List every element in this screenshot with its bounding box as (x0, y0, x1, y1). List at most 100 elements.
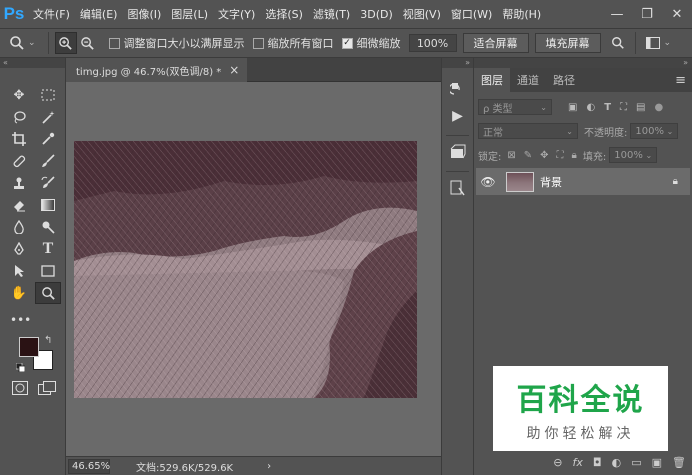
tab-layers[interactable]: 图层 (474, 68, 510, 92)
blend-mode-select[interactable]: 正常 ⌄ (478, 123, 578, 139)
menu-type[interactable]: 文字(Y) (213, 6, 260, 22)
opacity-label: 不透明度: (584, 127, 628, 139)
dock-collapse-handle[interactable]: » (442, 58, 473, 68)
menu-image[interactable]: 图像(I) (122, 6, 166, 22)
3d-panel-icon[interactable] (447, 141, 469, 163)
scrubby-zoom-checkbox[interactable]: ✓ (341, 37, 353, 49)
quick-mask-icon[interactable] (12, 381, 28, 395)
brush-tool-icon[interactable] (35, 150, 61, 172)
tab-paths[interactable]: 路径 (546, 68, 582, 92)
menu-select[interactable]: 选择(S) (260, 6, 308, 22)
dodge-tool-icon[interactable] (35, 216, 61, 238)
fit-screen-button[interactable]: 适合屏幕 (462, 33, 529, 53)
lock-all-icon[interactable]: 🔒︎ (572, 150, 577, 161)
healing-brush-tool-icon[interactable] (6, 150, 32, 172)
fill-field[interactable]: 100% ⌄ (609, 147, 658, 163)
chevron-down-icon[interactable]: ⌄ (664, 38, 672, 48)
opacity-field[interactable]: 100% ⌄ (630, 123, 679, 139)
new-layer-icon[interactable]: ▣ (652, 456, 662, 469)
hand-tool-icon[interactable]: ✋ (6, 282, 32, 304)
workspace-icon[interactable] (642, 32, 664, 54)
history-brush-tool-icon[interactable] (35, 172, 61, 194)
menu-help[interactable]: 帮助(H) (497, 6, 546, 22)
crop-tool-icon[interactable] (6, 128, 32, 150)
layer-row-background[interactable]: 👁︎ 背景 🔒︎ (476, 168, 690, 195)
actions-panel-icon[interactable]: ▶ (447, 105, 469, 127)
fill-screen-button[interactable]: 填充屏幕 (534, 33, 601, 53)
zoom-all-label: 缩放所有窗口 (267, 37, 334, 50)
scrubby-zoom-option[interactable]: ✓ 细微缩放 (341, 35, 401, 51)
filter-type-icon[interactable]: T (604, 102, 611, 113)
menu-layer[interactable]: 图层(L) (166, 6, 213, 22)
menu-filter[interactable]: 滤镜(T) (308, 6, 355, 22)
panel-collapse-handle[interactable]: » (474, 58, 692, 68)
swap-colors-icon[interactable]: ↰ (44, 335, 52, 346)
magic-wand-tool-icon[interactable] (35, 106, 61, 128)
filter-adjustment-icon[interactable]: ◐ (586, 102, 595, 113)
visibility-eye-icon[interactable]: 👁︎ (476, 175, 500, 189)
zoom-percent-field[interactable]: 100% (408, 34, 457, 52)
zoom-in-icon[interactable] (54, 32, 77, 54)
minimize-button[interactable]: — (602, 0, 632, 28)
foreground-color-swatch[interactable] (19, 337, 39, 357)
filter-toggle-icon[interactable]: ● (654, 102, 663, 113)
panel-menu-icon[interactable]: ≡ (675, 68, 692, 92)
zoom-tool-preset-icon[interactable] (6, 32, 28, 54)
eyedropper-tool-icon[interactable] (35, 128, 61, 150)
screen-mode-icon[interactable] (38, 381, 56, 395)
clone-stamp-tool-icon[interactable] (6, 172, 32, 194)
tab-channels[interactable]: 通道 (510, 68, 546, 92)
menu-file[interactable]: 文件(F) (28, 6, 75, 22)
close-button[interactable]: ✕ (662, 0, 692, 28)
zoom-all-option[interactable]: 缩放所有窗口 (252, 35, 334, 51)
delete-layer-icon[interactable]: 🗑 (672, 456, 686, 469)
menu-view[interactable]: 视图(V) (398, 6, 446, 22)
gradient-tool-icon[interactable] (35, 194, 61, 216)
filter-shape-icon[interactable]: ⛶ (620, 102, 627, 113)
more-tools-icon[interactable]: ••• (10, 313, 31, 327)
lock-transparent-icon[interactable]: ⊠ (507, 150, 515, 161)
rectangle-tool-icon[interactable] (35, 260, 61, 282)
adjustment-layer-icon[interactable]: ◐ (612, 456, 622, 469)
restore-button[interactable]: ❐ (632, 0, 662, 28)
type-tool-icon[interactable]: T (35, 238, 61, 260)
pen-tool-icon[interactable] (6, 238, 32, 260)
lasso-tool-icon[interactable] (6, 106, 32, 128)
new-group-icon[interactable]: ▭ (631, 456, 641, 469)
document-tab[interactable]: timg.jpg @ 46.7%(双色调/8) * × (66, 58, 248, 82)
lock-artboard-icon[interactable]: ⛶ (557, 150, 564, 161)
lock-pixels-icon[interactable]: ✎ (524, 150, 532, 161)
link-layers-icon[interactable]: ⊖ (553, 456, 562, 469)
watermark-title: 百科全说 (516, 382, 645, 418)
fx-icon[interactable]: fx (573, 456, 583, 469)
zoom-level-field[interactable]: 46.65% (68, 458, 110, 474)
menu-edit[interactable]: 编辑(E) (75, 6, 123, 22)
history-panel-icon[interactable] (447, 78, 469, 100)
zoom-all-checkbox[interactable] (252, 37, 264, 49)
lock-position-icon[interactable]: ✥ (540, 150, 548, 161)
filter-smart-object-icon[interactable]: ▤ (636, 102, 645, 113)
tools-collapse-handle[interactable]: « (0, 58, 65, 68)
chevron-down-icon[interactable]: ⌄ (28, 38, 36, 48)
path-selection-tool-icon[interactable] (6, 260, 32, 282)
resize-windows-option[interactable]: 调整窗口大小以满屏显示 (108, 35, 245, 51)
resize-windows-checkbox[interactable] (108, 37, 120, 49)
document-canvas[interactable] (74, 141, 417, 398)
resize-windows-label: 调整窗口大小以满屏显示 (123, 37, 245, 50)
tab-close-icon[interactable]: × (229, 63, 239, 77)
menu-window[interactable]: 窗口(W) (446, 6, 497, 22)
add-mask-icon[interactable]: ◘ (593, 456, 602, 469)
zoom-tool-icon[interactable] (35, 282, 61, 304)
search-icon[interactable] (607, 32, 629, 54)
filter-pixel-icon[interactable]: ▣ (568, 102, 577, 113)
zoom-out-icon[interactable] (77, 32, 99, 54)
layer-filter-select[interactable]: ρ 类型 ⌄ (478, 99, 552, 115)
blur-tool-icon[interactable] (6, 216, 32, 238)
menu-3d[interactable]: 3D(D) (355, 8, 398, 21)
eraser-tool-icon[interactable] (6, 194, 32, 216)
status-menu-arrow[interactable]: › (267, 461, 271, 472)
properties-panel-icon[interactable] (447, 177, 469, 199)
marquee-tool-icon[interactable] (35, 84, 61, 106)
default-colors-icon[interactable] (15, 362, 26, 373)
move-tool-icon[interactable]: ✥ (6, 84, 32, 106)
